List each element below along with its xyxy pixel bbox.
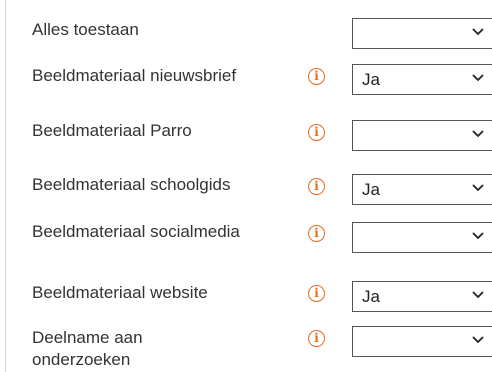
chevron-down-icon — [472, 291, 484, 299]
permission-label: Beeldmateriaal socialmedia — [32, 222, 240, 241]
select-value: Ja — [362, 180, 380, 199]
permission-label: Alles toestaan — [32, 20, 139, 39]
chevron-down-icon — [472, 232, 484, 240]
select-value: Ja — [362, 70, 380, 89]
chevron-down-icon — [472, 28, 484, 36]
permission-select[interactable]: Ja — [352, 174, 492, 205]
form-left-border — [5, 0, 6, 372]
chevron-down-icon — [472, 336, 484, 344]
info-icon[interactable]: i — [308, 225, 325, 242]
permission-select[interactable] — [352, 120, 492, 151]
permissions-form: Alles toestaan Beeldmateriaal nieuwsbrie… — [0, 0, 492, 372]
info-icon[interactable]: i — [308, 124, 325, 141]
info-icon[interactable]: i — [308, 285, 325, 302]
chevron-down-icon — [472, 74, 484, 82]
permission-select[interactable]: Ja — [352, 64, 492, 95]
info-icon[interactable]: i — [308, 68, 325, 85]
permission-select[interactable] — [352, 326, 492, 357]
chevron-down-icon — [472, 184, 484, 192]
permission-select[interactable]: Ja — [352, 281, 492, 312]
permission-label: Deelname aan onderzoeken — [32, 328, 143, 369]
select-value: Ja — [362, 287, 380, 306]
permission-select[interactable] — [352, 222, 492, 253]
chevron-down-icon — [472, 130, 484, 138]
permission-select[interactable] — [352, 18, 492, 49]
permission-label: Beeldmateriaal website — [32, 283, 208, 302]
permission-label: Beeldmateriaal Parro — [32, 121, 192, 140]
permission-label: Beeldmateriaal schoolgids — [32, 175, 231, 194]
permission-label: Beeldmateriaal nieuwsbrief — [32, 66, 237, 85]
info-icon[interactable]: i — [308, 330, 325, 347]
info-icon[interactable]: i — [308, 178, 325, 195]
